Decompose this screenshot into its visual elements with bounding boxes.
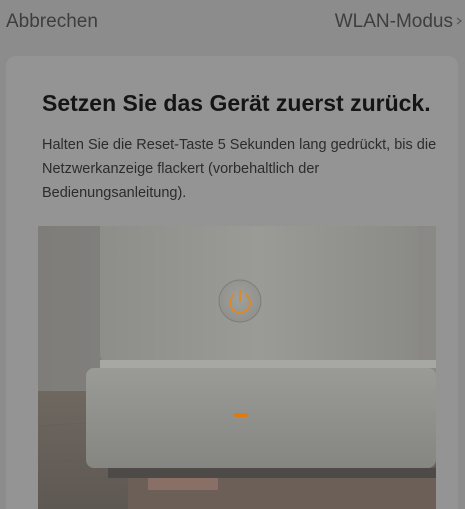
chevron-right-icon[interactable] xyxy=(455,17,463,25)
wlan-mode-button[interactable]: WLAN-Modus xyxy=(335,11,453,33)
instruction-description: Halten Sie die Reset-Taste 5 Sekunden la… xyxy=(42,137,437,201)
network-indicator-light xyxy=(234,413,248,417)
top-navigation-bar: Abbrechen WLAN-Modus xyxy=(0,0,465,46)
router-device-photo xyxy=(38,226,436,509)
app-screen: Abbrechen WLAN-Modus Setzen Sie das Gerä… xyxy=(0,0,465,509)
page-title: Setzen Sie das Gerät zuerst zurück. xyxy=(42,90,431,116)
device-base xyxy=(86,368,436,468)
cancel-button[interactable]: Abbrechen xyxy=(6,11,98,33)
